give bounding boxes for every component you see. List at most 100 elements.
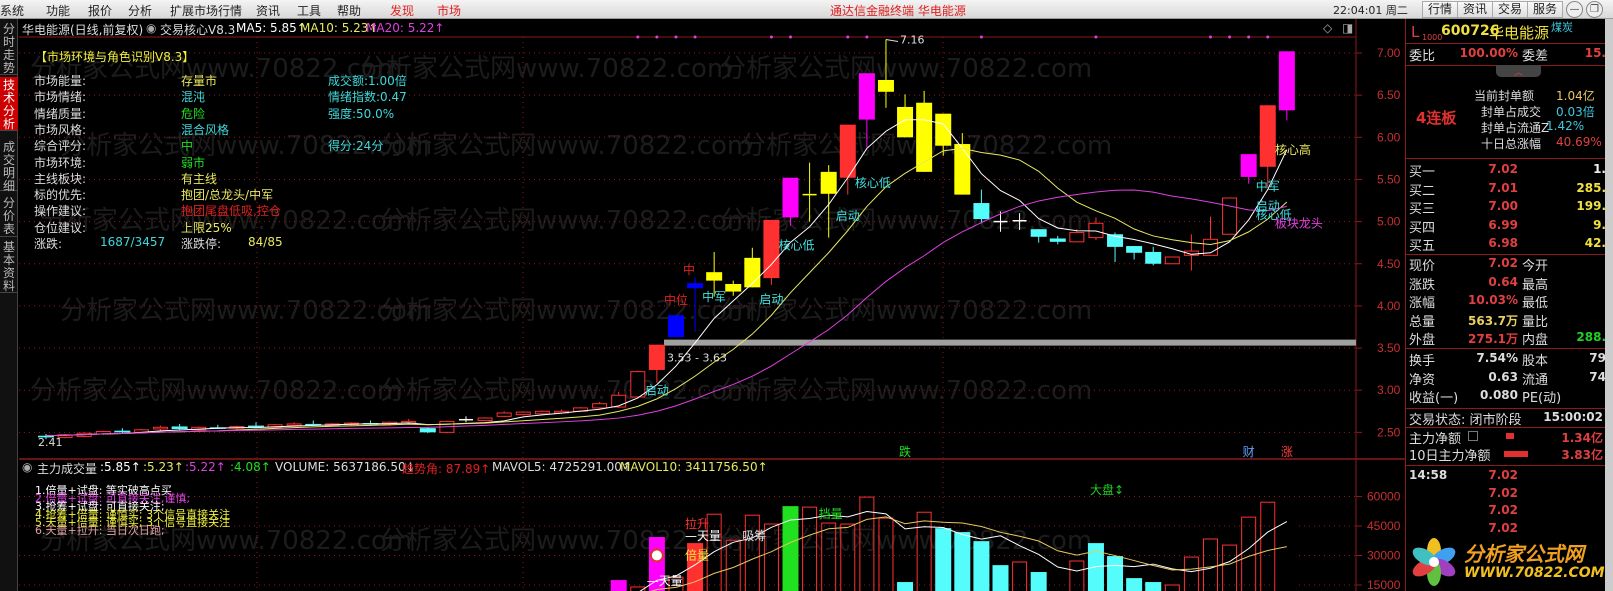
volume-bar-up [1241, 516, 1257, 591]
candle-M [1278, 51, 1295, 111]
panel-row-value: 中 [181, 139, 194, 154]
volume-bar-G [782, 506, 799, 591]
code-prefix: L [1411, 23, 1420, 41]
panel-row-label: 情绪质量: [34, 106, 87, 121]
status-time: 15:00:02 [1543, 410, 1603, 424]
price-tick-label: 3.50 [1377, 341, 1401, 355]
btn-service[interactable]: 服务 [1527, 1, 1564, 18]
candle-Y [725, 283, 742, 292]
sector-tag[interactable]: 煤炭 [1551, 19, 1573, 35]
panel-row-label: 仓位建议: [34, 220, 87, 235]
btn-quote[interactable]: 行情 [1422, 1, 1459, 18]
candle-d [419, 428, 436, 433]
signal-annotation: 中军 [702, 289, 726, 304]
panel-row-value: 弱市 [181, 155, 206, 170]
ma5-value: MA5: 5.85↑ [236, 21, 307, 35]
panel-row-label: 综合评分: [34, 139, 87, 154]
vol-v3: :5.22↑ [185, 460, 226, 474]
bid-volume: 42. [1584, 236, 1606, 250]
volume-marker: 财 [1243, 445, 1255, 459]
fin-value: 7.54% [1476, 351, 1518, 365]
volume-bar-up [1069, 560, 1085, 591]
volume-signal-label: 倍量 [685, 547, 709, 562]
weicha-value: 15. [1584, 46, 1606, 60]
price-tick-label: 7.00 [1377, 46, 1401, 60]
volume-bar-d [1126, 578, 1143, 591]
bid-price[interactable]: 6.99 [1466, 218, 1518, 232]
quote-value: 563.7万 [1468, 313, 1518, 328]
code-sub: 1000 [1422, 33, 1443, 42]
panel-row-value: 存量市 [181, 74, 218, 88]
price-tick-label: 2.50 [1377, 425, 1401, 439]
volume-bar-d [1107, 556, 1124, 591]
stock-name: 华电能源 [1489, 24, 1550, 42]
candle-up [611, 394, 627, 408]
quote-value: 0.64 [1488, 274, 1518, 289]
panel-row-value: 混沌 [181, 90, 206, 105]
volume-bar-up [802, 506, 818, 591]
low-label: 2.41 [38, 436, 63, 449]
bid-price[interactable]: 7.00 [1466, 199, 1518, 213]
bid-price[interactable]: 6.98 [1466, 236, 1518, 250]
signal-annotation: 启动 [759, 292, 783, 306]
tick-price: 7.02 [1488, 468, 1518, 482]
signal-dot [655, 35, 659, 39]
indicator-name[interactable]: 交易核心V8.3 [160, 21, 235, 38]
btn-trade[interactable]: 交易 [1492, 1, 1529, 18]
btn-news[interactable]: 资讯 [1457, 1, 1494, 18]
collapse-icon[interactable]: ◉ [22, 460, 32, 474]
panel-row-label: 操作建议: [34, 204, 87, 219]
candle-Y [954, 144, 971, 195]
restore-icon[interactable]: ❐ [1586, 1, 1603, 18]
bid-label: 买三 [1409, 202, 1436, 217]
bid-volume: 9. [1593, 217, 1606, 232]
signal-dot [865, 35, 869, 39]
candle-up [1222, 197, 1238, 235]
zd-value: 1687/3457 [100, 235, 166, 249]
signal-dot [1266, 35, 1270, 39]
quote-value: 275.1万 [1468, 332, 1518, 346]
candle-d [1126, 246, 1143, 253]
tick-time: 14:58 [1409, 468, 1448, 482]
high-pointer [885, 39, 899, 43]
weibi-value: 100.00% [1459, 46, 1518, 60]
seal-value: 1.42% [1546, 119, 1585, 133]
quote-label: 外盘 [1409, 333, 1436, 348]
main-net10-bar [1504, 451, 1528, 457]
price-tick-label: 5.00 [1377, 215, 1401, 229]
scrollbar[interactable] [1605, 19, 1613, 591]
dropdown-icon[interactable]: ◉ [146, 21, 156, 35]
signal-dot [1094, 35, 1098, 39]
info-icon[interactable] [1468, 431, 1478, 441]
diamond-icon[interactable]: ◇ [1323, 21, 1332, 35]
trade-status: 交易状态: 闭市阶段 [1409, 413, 1522, 428]
signal-dot [1208, 35, 1212, 39]
bid-price[interactable]: 7.01 [1466, 181, 1518, 195]
volume-bar-up [1183, 556, 1199, 591]
candle-Y [935, 113, 952, 146]
minimize-icon[interactable]: — [1566, 1, 1583, 18]
panel-toggle-icon[interactable]: ◨ [1342, 21, 1353, 35]
candle-Y [916, 102, 933, 172]
quote-value: 10.03% [1468, 293, 1518, 307]
panel-row-label: 标的优先: [34, 188, 87, 203]
seal-label: 十日总涨幅 [1481, 137, 1542, 151]
candle-Y [877, 79, 894, 92]
bid-volume: 1. [1593, 162, 1606, 176]
collapse-chevron-icon[interactable]: ︿ [1496, 65, 1541, 78]
bid-label: 买二 [1409, 183, 1436, 199]
price-tick-label: 5.50 [1377, 172, 1401, 186]
main-net10-label: 10日主力净额 [1409, 449, 1491, 464]
zdt-value: 84/85 [248, 235, 283, 249]
volume-signal-label: 吸筹 [742, 529, 766, 543]
signal-dot [979, 35, 983, 39]
tick-price: 7.02 [1488, 503, 1518, 517]
bid-price[interactable]: 7.02 [1466, 162, 1518, 176]
volume-bar-d [954, 532, 971, 591]
volume-indicator-name[interactable]: 主力成交量 [37, 460, 97, 477]
fin-label: 流通 [1522, 372, 1549, 388]
volume-bar-up [1260, 501, 1276, 591]
quote-label: 今开 [1522, 259, 1549, 274]
signal-dot [769, 35, 773, 39]
signal-dot [1228, 35, 1232, 39]
